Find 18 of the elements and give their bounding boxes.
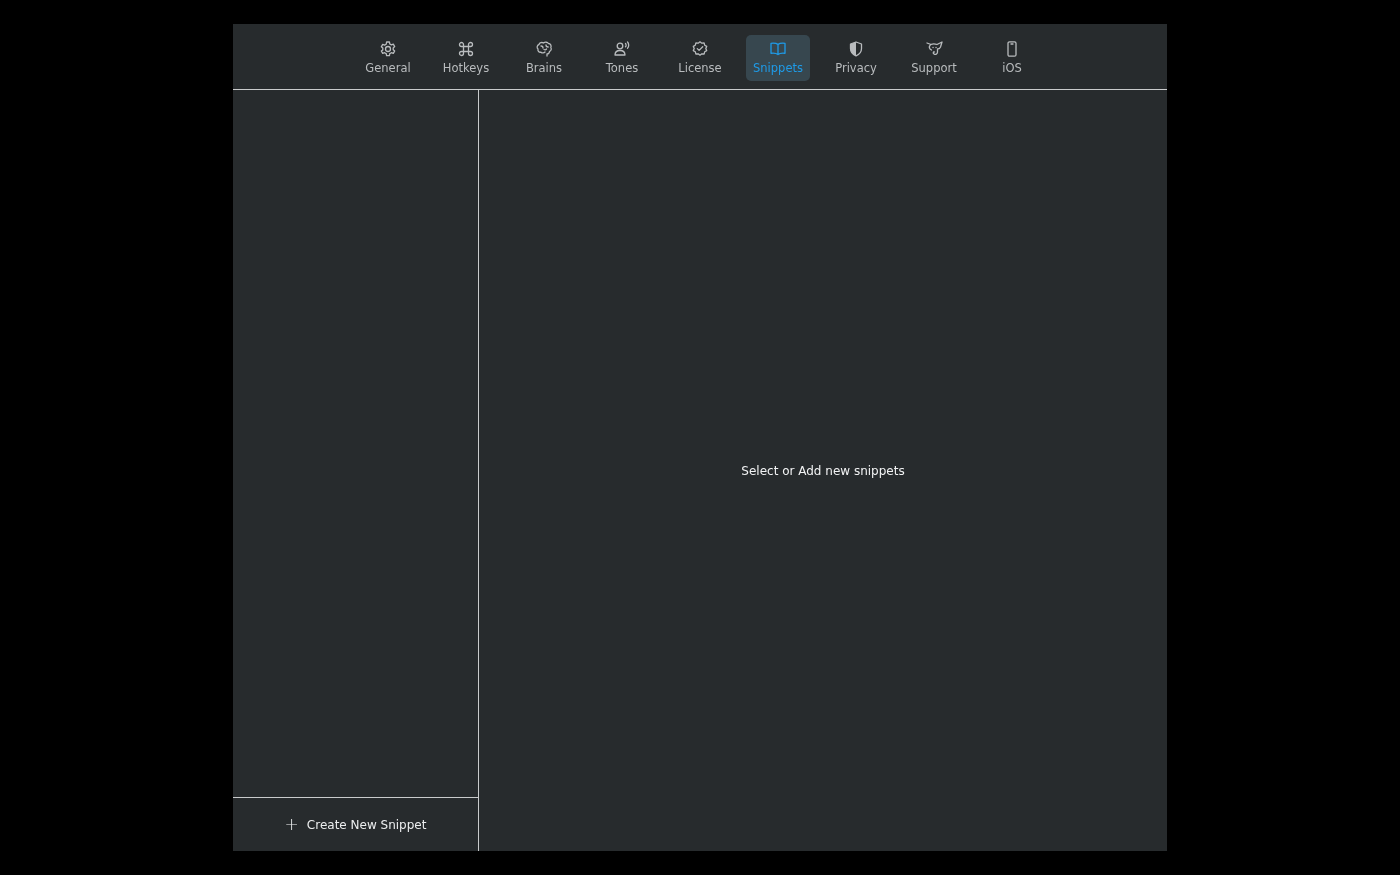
gear-icon (379, 40, 397, 58)
shield-icon (847, 40, 865, 58)
person-sound-icon (613, 40, 631, 58)
tab[interactable]: Tones (590, 34, 654, 81)
tab[interactable]: iOS (980, 34, 1044, 81)
tab[interactable]: License (668, 34, 732, 81)
tab[interactable]: Brains (512, 34, 576, 81)
brain-icon (535, 40, 553, 58)
tab[interactable]: Privacy (824, 34, 888, 81)
empty-message: Select or Add new snippets (741, 463, 905, 478)
tab[interactable]: General (356, 34, 420, 81)
create-snippet-button[interactable]: + Create New Snippet (278, 812, 433, 837)
book-icon (769, 40, 787, 58)
tab[interactable]: Support (902, 34, 966, 81)
elephant-icon (925, 40, 943, 58)
command-icon (457, 40, 475, 58)
check-badge-icon (691, 40, 709, 58)
tab[interactable]: Hotkeys (434, 34, 498, 81)
